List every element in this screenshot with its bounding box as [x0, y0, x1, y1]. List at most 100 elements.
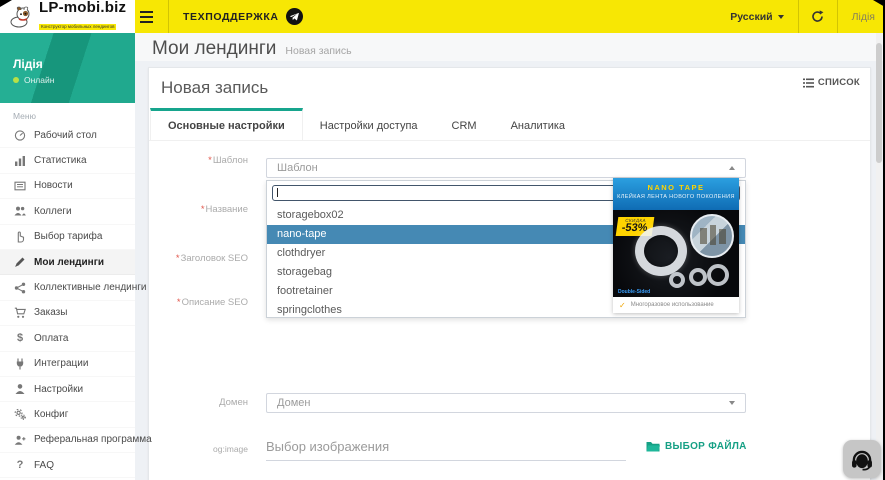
headphones-icon — [852, 450, 872, 471]
sidebar-item-payment[interactable]: $ Оплата — [0, 326, 135, 351]
choose-file-button[interactable]: ВЫБОР ФАЙЛА — [646, 441, 747, 452]
chevron-down-icon — [777, 14, 784, 19]
required-marker: * — [200, 204, 205, 215]
telegram-icon — [285, 8, 303, 25]
sidebar-item-statistics[interactable]: Статистика — [0, 148, 135, 173]
chevron-down-icon — [729, 401, 735, 405]
sidebar-item-orders[interactable]: Заказы — [0, 301, 135, 326]
plug-icon — [13, 358, 27, 370]
sidebar-item-label: Мои лендинги — [34, 256, 105, 268]
preview-inset-photo — [690, 214, 734, 258]
screen-corner — [0, 0, 12, 7]
desktop-icon — [13, 129, 27, 141]
tab-access-settings[interactable]: Настройки доступа — [303, 108, 435, 141]
main-content: Мои лендинги Новая запись Новая запись С… — [135, 33, 883, 480]
chart-icon — [13, 155, 27, 167]
dog-logo-icon — [10, 6, 30, 27]
tape-piece-graphic — [689, 268, 707, 286]
tab-crm[interactable]: CRM — [435, 108, 494, 141]
seo-description-field-label: *Описание SEO — [176, 297, 248, 308]
sidebar-item-faq[interactable]: ? FAQ — [0, 453, 135, 478]
sidebar-item-label: Коллективные лендинги — [34, 282, 147, 294]
tab-main-settings[interactable]: Основные настройки — [150, 108, 303, 141]
tab-bar: Основные настройки Настройки доступа CRM… — [149, 108, 870, 141]
sidebar-item-label: FAQ — [34, 459, 55, 471]
language-label: Русский — [730, 10, 773, 23]
sidebar-item-settings[interactable]: Настройки — [0, 377, 135, 402]
sidebar: Лідія Онлайн Меню Рабочий стол Статистик… — [0, 33, 152, 480]
domain-select-placeholder: Домен — [277, 397, 311, 409]
dollar-icon: $ — [16, 332, 24, 345]
support-label: ТЕХПОДДЕРЖКА — [183, 10, 279, 23]
og-image-field-label: og:image — [213, 444, 248, 454]
sidebar-item-label: Статистика — [34, 155, 87, 167]
hand-pointer-icon — [13, 231, 27, 243]
chevron-up-icon — [729, 166, 735, 170]
sidebar-item-label: Оплата — [34, 332, 69, 344]
sidebar-item-news[interactable]: Новости — [0, 174, 135, 199]
sidebar-item-label: Новости — [34, 180, 73, 192]
check-icon: ✓ — [619, 300, 626, 310]
user-name: Лідія — [13, 57, 43, 71]
user-plus-icon — [13, 434, 27, 446]
sidebar-item-label: Настройки — [34, 383, 84, 395]
pen-icon — [13, 256, 27, 268]
og-image-input[interactable]: Выбор изображения — [266, 439, 626, 461]
sidebar-item-referral[interactable]: Реферальная программа — [0, 428, 152, 453]
preview-feature-row: ✓ Многоразовое использование — [613, 297, 739, 313]
refresh-icon — [812, 10, 824, 22]
folder-icon — [646, 442, 660, 452]
language-dropdown[interactable]: Русский — [716, 0, 797, 33]
sidebar-item-label: Интеграции — [34, 358, 89, 370]
required-marker: * — [175, 253, 180, 264]
sidebar-item-label: Выбор тарифа — [34, 231, 103, 243]
tape-roll-graphic — [635, 226, 687, 276]
logo[interactable]: LP-mobi.biz Конструктор мобильных лендин… — [0, 0, 135, 33]
template-select[interactable]: Шаблон — [266, 158, 746, 178]
sidebar-item-integrations[interactable]: Интеграции — [0, 352, 135, 377]
sidebar-item-label: Коллеги — [34, 205, 72, 217]
sidebar-item-label: Реферальная программа — [34, 434, 152, 446]
preview-header: NANO TAPE КЛЕЙКАЯ ЛЕНТА НОВОГО ПОКОЛЕНИЯ — [613, 178, 739, 210]
preview-product-image: СКИДКА -53% Double-Sided — [613, 210, 739, 297]
refresh-button[interactable] — [797, 0, 838, 33]
share-icon — [13, 282, 27, 294]
logo-title: LP-mobi.biz — [39, 0, 127, 16]
tab-analytics[interactable]: Аналитика — [494, 108, 582, 141]
template-select-placeholder: Шаблон — [277, 162, 318, 174]
scrollbar-thumb[interactable] — [876, 43, 882, 163]
screen-corner — [873, 0, 885, 7]
user-menu[interactable]: Лідія — [838, 11, 883, 23]
preview-feature-text: Многоразовое использование — [630, 302, 714, 308]
sidebar-item-collective-landings[interactable]: Коллективные лендинги — [0, 275, 147, 300]
sidebar-item-label: Рабочий стол — [34, 129, 97, 141]
sidebar-item-tariff[interactable]: Выбор тарифа — [0, 225, 135, 250]
question-icon: ? — [16, 459, 24, 472]
list-icon — [802, 78, 814, 87]
sidebar-item-label: Конфиг — [34, 408, 69, 420]
logo-text: LP-mobi.biz Конструктор мобильных лендин… — [39, 0, 126, 33]
top-bar: LP-mobi.biz Конструктор мобильных лендин… — [0, 0, 885, 33]
sidebar-item-config[interactable]: Конфиг — [0, 402, 135, 427]
list-button[interactable]: СПИСОК — [802, 77, 860, 88]
template-preview-image: NANO TAPE КЛЕЙКАЯ ЛЕНТА НОВОГО ПОКОЛЕНИЯ… — [613, 178, 739, 313]
cart-icon — [13, 307, 27, 319]
sidebar-item-colleagues[interactable]: Коллеги — [0, 199, 135, 224]
support-link[interactable]: ТЕХПОДДЕРЖКА — [183, 0, 303, 33]
page-header: Мои лендинги Новая запись — [135, 33, 883, 61]
choose-file-button-label: ВЫБОР ФАЙЛА — [665, 441, 747, 452]
logo-tagline: Конструктор мобильных лендингов — [39, 24, 117, 30]
sidebar-toggle-button[interactable] — [140, 8, 158, 24]
sidebar-item-my-landings[interactable]: Мои лендинги — [0, 249, 135, 276]
support-chat-widget[interactable] — [843, 440, 881, 478]
domain-select[interactable]: Домен — [266, 393, 746, 413]
topbar-divider — [168, 0, 169, 33]
preview-title: NANO TAPE — [647, 183, 705, 192]
text-cursor — [277, 188, 278, 197]
user-panel: Лідія Онлайн — [0, 33, 135, 103]
menu-section-label: Меню — [13, 111, 36, 121]
list-button-label: СПИСОК — [817, 77, 860, 88]
template-field-label: *Шаблон — [208, 155, 248, 166]
topbar-right: Русский Лідія — [716, 0, 883, 33]
sidebar-item-desktop[interactable]: Рабочий стол — [0, 123, 135, 148]
